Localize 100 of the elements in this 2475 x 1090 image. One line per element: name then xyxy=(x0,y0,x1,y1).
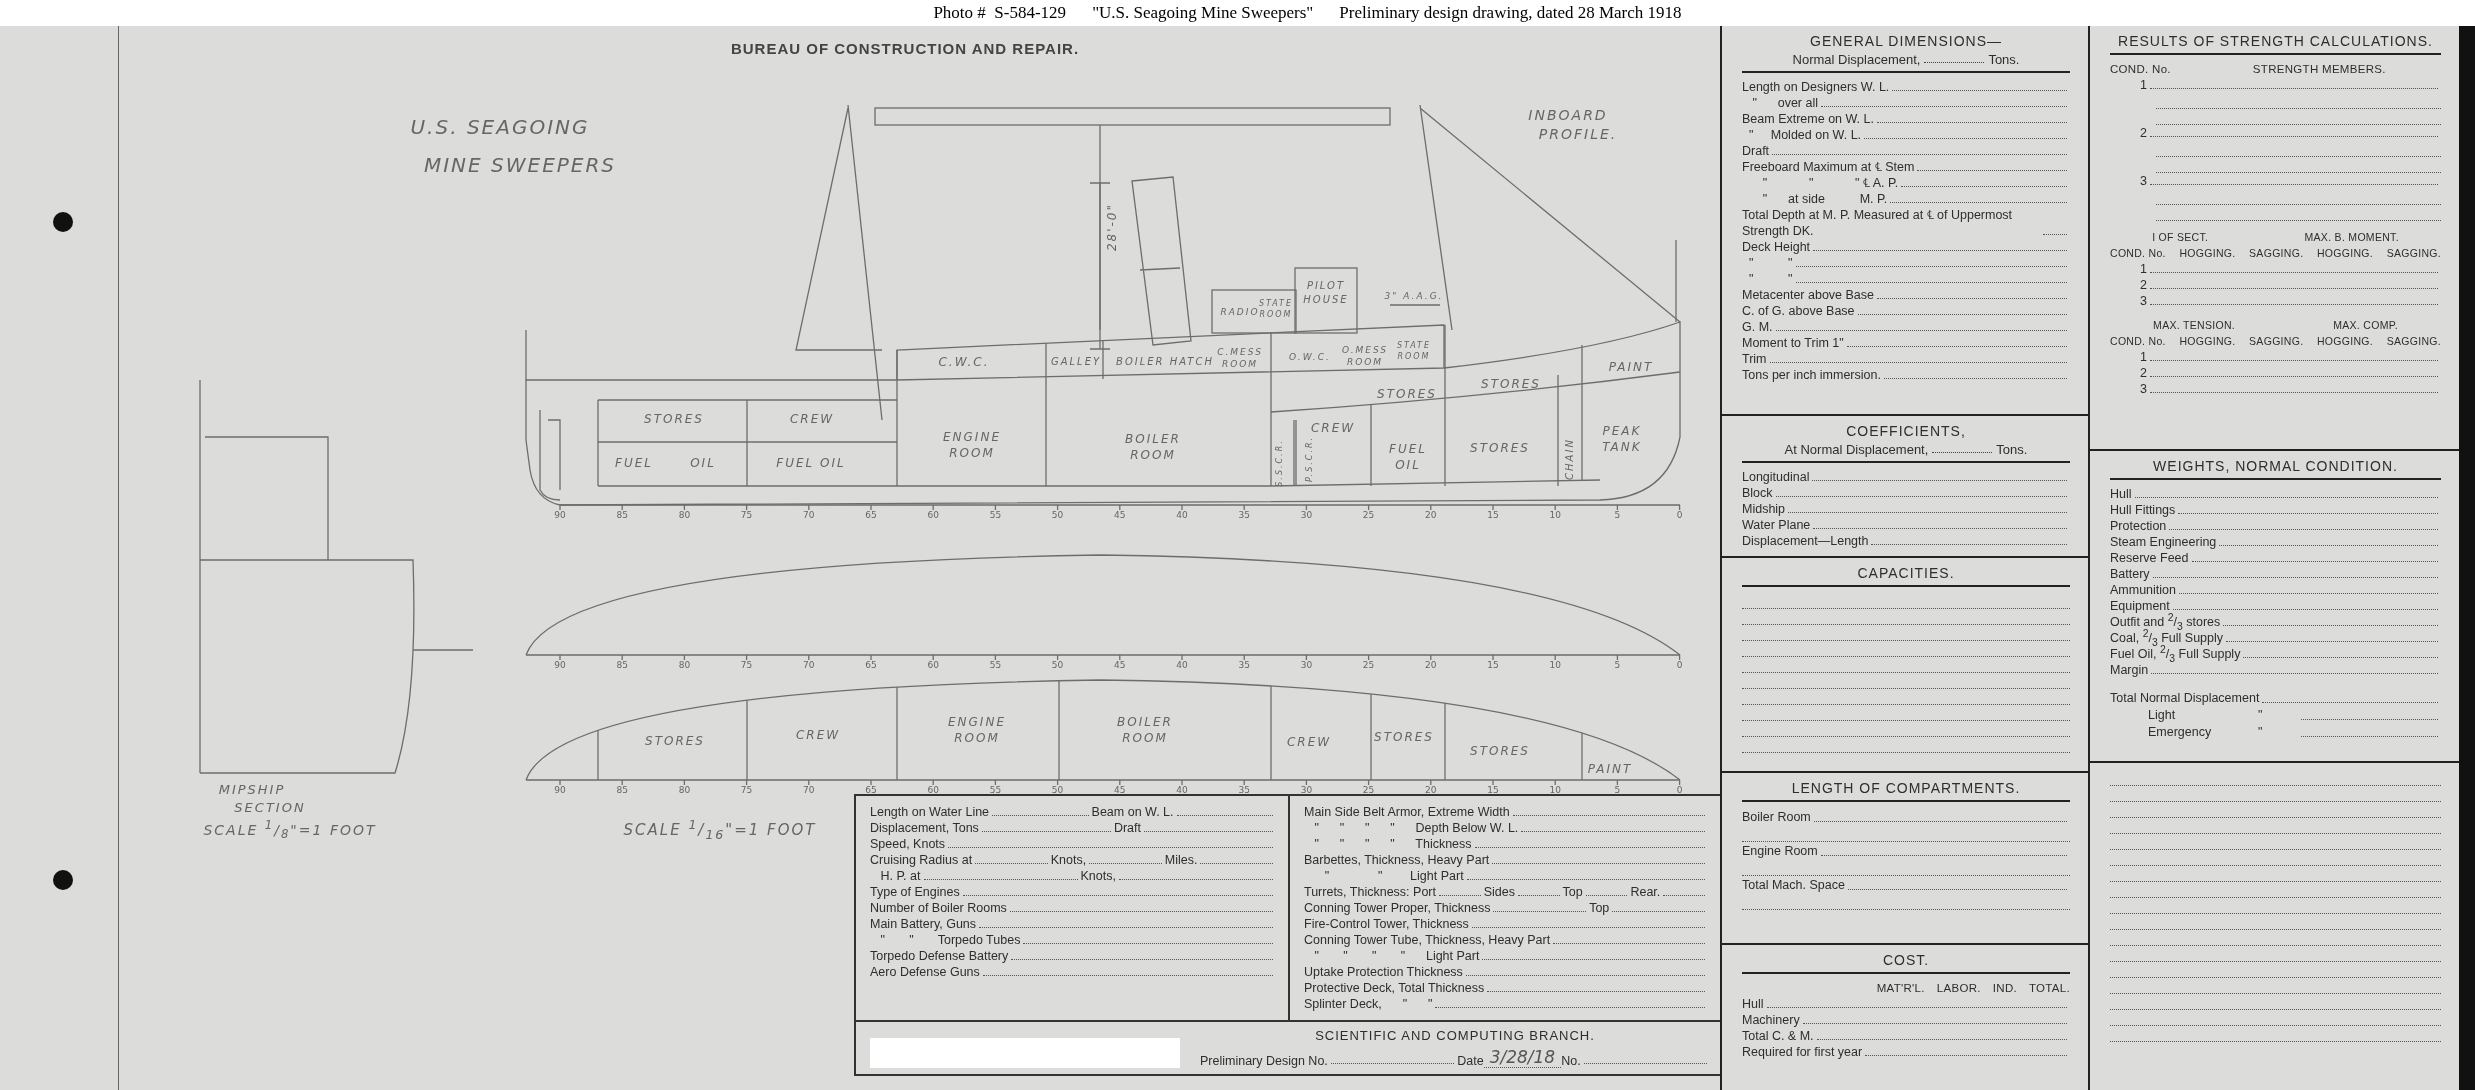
frame-number: 45 xyxy=(1114,785,1126,795)
frame-number: 5 xyxy=(1614,785,1621,795)
condition-number: 1 xyxy=(2140,77,2147,93)
frame-number: 50 xyxy=(1051,510,1064,520)
frame-number: 60 xyxy=(927,510,939,520)
compartment-label: CREW xyxy=(1286,733,1332,751)
frame-number: 25 xyxy=(1362,660,1375,670)
compartment-label: PILOT HOUSE xyxy=(1302,278,1350,306)
form-label: Battery xyxy=(2110,566,2150,582)
frame-number: 85 xyxy=(616,660,628,670)
compartment-label: STORES xyxy=(1374,728,1434,746)
section-subtitle: Tons. xyxy=(1988,52,2020,67)
section-title: COEFFICIENTS, xyxy=(1846,423,1966,439)
form-label: " " " " Depth Below W. L. xyxy=(1313,820,1519,836)
frame-number: 20 xyxy=(1425,785,1437,795)
form-label: Machinery xyxy=(1742,1012,1800,1028)
form-label: Hull Fittings xyxy=(2110,502,2176,518)
form-label: Draft xyxy=(1113,820,1141,836)
frame-number: 25 xyxy=(1362,785,1375,795)
handwritten-date: 3/28/18 xyxy=(1483,1047,1562,1068)
column-header: COND. No. xyxy=(2110,247,2166,259)
form-label: Rear. xyxy=(1630,884,1661,900)
scale-note: SCALE $^{1}$/$_{16}$"=1 FOOT xyxy=(623,819,817,841)
compartment-label: ENGINE ROOM xyxy=(942,428,1002,462)
compartment-label: STORES xyxy=(1470,439,1530,457)
form-label: Length on Designers W. L. xyxy=(1742,79,1890,95)
frame-number: 75 xyxy=(740,785,753,795)
compartment-label: FUEL OIL xyxy=(1388,440,1428,474)
frame-number: 40 xyxy=(1176,660,1188,670)
compartment-label: CREW xyxy=(795,726,841,744)
column-header: COND. No. xyxy=(2110,63,2171,75)
form-label: Deck Height xyxy=(1742,239,1811,255)
frame-number: 70 xyxy=(803,510,815,520)
form-label: " " " " Thickness xyxy=(1313,836,1472,852)
ditto-mark: " xyxy=(2258,724,2264,741)
form-label: Cruising Radius at xyxy=(870,852,973,868)
compartment-label: STORES xyxy=(1481,375,1541,393)
punch-hole xyxy=(53,212,73,232)
compartment-label: PAINT xyxy=(1587,760,1633,778)
frame-number: 20 xyxy=(1425,510,1437,520)
compartment-label: PAINT xyxy=(1608,358,1654,376)
frame-number: 10 xyxy=(1549,660,1561,670)
form-label: C. of G. above Base xyxy=(1742,303,1855,319)
form-label: Beam on W. L. xyxy=(1091,804,1174,820)
compartment-label: C.MESS ROOM xyxy=(1216,345,1264,371)
section-title: COST. xyxy=(1882,952,1930,968)
frame-number: 65 xyxy=(865,785,877,795)
column-group-header: I OF SECT. xyxy=(2152,231,2209,243)
frame-number: 5 xyxy=(1614,510,1621,520)
form-label: Aero Defense Guns xyxy=(870,964,980,980)
column-header: TOTAL. xyxy=(2029,982,2070,994)
frame-number: 60 xyxy=(927,660,939,670)
compartment-label: O.MESS ROOM xyxy=(1340,343,1390,369)
drawing-title: U.S. SEAGOING xyxy=(410,113,590,141)
form-label: Miles. xyxy=(1164,852,1198,868)
compartment-label: RADIO xyxy=(1220,306,1260,319)
form-label: Fuel Oil, $^{2}$/$_{3}$ Full Supply xyxy=(2110,646,2241,662)
column-group-header: MAX. TENSION. xyxy=(2153,319,2235,331)
form-label: Boiler Room xyxy=(1742,809,1811,826)
section-title: GENERAL DIMENSIONS— xyxy=(1810,33,2002,49)
form-label: H. P. at xyxy=(879,868,921,884)
form-label: Date xyxy=(1457,1054,1484,1068)
frame-number: 35 xyxy=(1238,660,1250,670)
form-label: Sides xyxy=(1483,884,1515,900)
form-label: Total Normal Displacement xyxy=(2110,690,2260,707)
form-label: " " Torpedo Tubes xyxy=(879,932,1021,948)
column-header: HOGGING. xyxy=(2317,247,2374,259)
frame-number: 0 xyxy=(1676,660,1683,670)
compartment-label: O.W.C. xyxy=(1289,350,1331,364)
section-subtitle: Normal Displacement, xyxy=(1792,52,1921,67)
ditto-mark: " xyxy=(2258,707,2264,724)
column-header: HOGGING. xyxy=(2317,335,2374,347)
form-label: Total C. & M. xyxy=(1742,1028,1814,1044)
view-title: PROFILE. xyxy=(1538,124,1618,144)
frame-number: 80 xyxy=(678,510,691,520)
column-header: MAT'R'L. xyxy=(1876,982,1925,994)
compartment-label: STORES xyxy=(1470,742,1530,760)
form-label: Total Mach. Space xyxy=(1742,877,1845,894)
frame-number: 0 xyxy=(1676,785,1683,795)
form-label: Total Depth at M. P. Measured at ℄ of Uppermost Strength DK. xyxy=(1742,207,2014,239)
form-label: Hull xyxy=(2110,486,2132,502)
form-label: Knots, xyxy=(1080,868,1116,884)
form-label: Uptake Protection Thickness xyxy=(1304,964,1463,980)
compartment-label: BOILER ROOM xyxy=(1116,713,1174,747)
frame-number: 60 xyxy=(927,785,939,795)
frame-number: 50 xyxy=(1051,660,1064,670)
frame-number: 15 xyxy=(1487,660,1499,670)
form-label: Conning Tower Proper, Thickness xyxy=(1304,900,1491,916)
column-header: HOGGING. xyxy=(2179,247,2236,259)
frame-number: 85 xyxy=(616,785,628,795)
compartment-label: S.S.C.R. xyxy=(1274,439,1285,487)
form-label: Block xyxy=(1742,485,1773,501)
compartment-label: 3" A.A.G. xyxy=(1384,289,1444,303)
form-label: Outfit and $^{2}$/$_{3}$ stores xyxy=(2110,614,2221,630)
frame-number: 15 xyxy=(1487,785,1499,795)
form-label: Equipment xyxy=(2110,598,2170,614)
form-label: Light xyxy=(2148,707,2177,724)
form-label: Turrets, Thickness: Port xyxy=(1304,884,1436,900)
form-label: Required for first year xyxy=(1742,1044,1863,1060)
form-label: Main Side Belt Armor, Extreme Width xyxy=(1304,804,1510,820)
